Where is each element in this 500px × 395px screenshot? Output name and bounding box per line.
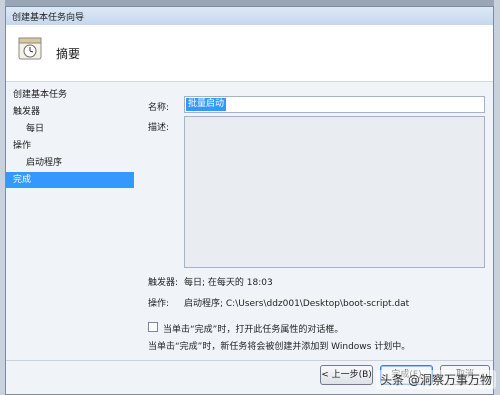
step-start-program[interactable]: 启动程序 xyxy=(6,155,134,171)
step-finish[interactable]: 完成 xyxy=(6,172,134,188)
name-field[interactable]: 批量启动 xyxy=(184,96,485,113)
description-field xyxy=(184,116,485,268)
step-create-basic-task[interactable]: 创建基本任务 xyxy=(6,87,134,103)
step-daily[interactable]: 每日 xyxy=(6,121,134,137)
step-trigger[interactable]: 触发器 xyxy=(6,104,134,120)
background-window-right xyxy=(494,0,500,395)
trigger-label: 触发器: xyxy=(148,278,179,288)
wizard-header: 摘要 xyxy=(6,25,493,82)
action-label: 操作: xyxy=(148,299,170,309)
wizard-window: 创建基本任务向导 摘要 创建基本任务 触发器 每日 操作 启动程序 完成 名称:… xyxy=(5,6,494,395)
watermark: 头条 @洞察万事万物 xyxy=(376,370,496,389)
finish-note: 当单击“完成”时，新任务将会被创建并添加到 Windows 计划中。 xyxy=(148,342,411,352)
step-action[interactable]: 操作 xyxy=(6,138,134,154)
title-bar[interactable]: 创建基本任务向导 xyxy=(6,7,493,26)
open-properties-label[interactable]: 当单击“完成”时，打开此任务属性的对话框。 xyxy=(163,322,343,335)
trigger-value: 每日; 在每天的 18:03 xyxy=(184,278,273,288)
name-value: 批量启动 xyxy=(186,98,227,111)
back-button[interactable]: < 上一步(B) xyxy=(320,365,373,385)
action-value: 启动程序; C:\Users\ddz001\Desktop\boot-scrip… xyxy=(184,299,410,309)
open-properties-checkbox[interactable] xyxy=(148,322,158,332)
footer-divider xyxy=(6,360,493,361)
task-clock-icon xyxy=(18,37,42,60)
wizard-content: 创建基本任务 触发器 每日 操作 启动程序 完成 名称: 批量启动 描述: 触发… xyxy=(6,82,493,394)
window-title: 创建基本任务向导 xyxy=(12,13,85,23)
description-label: 描述: xyxy=(148,123,170,133)
name-label: 名称: xyxy=(148,103,170,113)
page-title: 摘要 xyxy=(56,47,81,61)
